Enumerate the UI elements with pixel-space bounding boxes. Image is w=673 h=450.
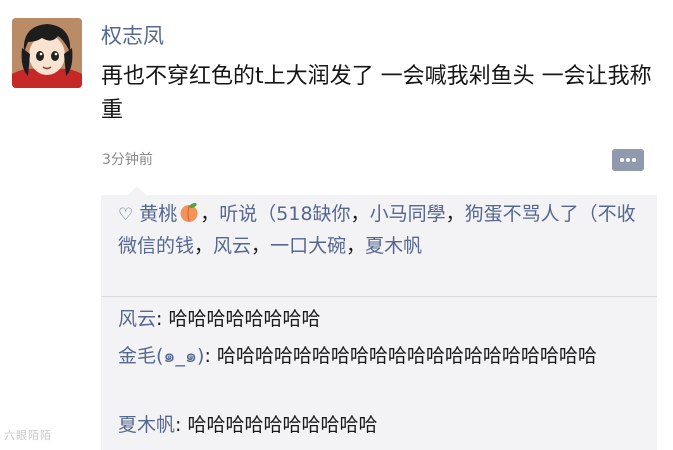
like-name[interactable]: 小马同學: [370, 203, 446, 225]
comment-row[interactable]: 金毛(๑_๑): 哈哈哈哈哈哈哈哈哈哈哈哈哈哈哈哈哈哈哈哈: [118, 341, 648, 372]
panel-pointer: [128, 186, 146, 195]
like-name[interactable]: 夏木帆: [365, 235, 422, 257]
cartoon-girl-avatar-icon: [12, 18, 82, 88]
like-name[interactable]: 一口大碗: [270, 235, 346, 257]
comment-author[interactable]: 夏木帆: [118, 414, 175, 436]
watermark: 六眼陌陌: [4, 429, 52, 442]
dot-icon: [632, 158, 636, 162]
post-text: 再也不穿红色的t上大润发了 一会喊我剁鱼头 一会让我称重: [101, 64, 652, 123]
comment-more-button[interactable]: [612, 149, 644, 171]
comment-text: 哈哈哈哈哈哈哈哈哈哈哈哈哈哈哈哈哈哈哈哈: [216, 345, 597, 367]
like-name[interactable]: 风云: [213, 235, 251, 257]
dot-icon: [620, 158, 624, 162]
comment-row[interactable]: 夏木帆: 哈哈哈哈哈哈哈哈哈哈: [118, 410, 648, 441]
comment-text: 哈哈哈哈哈哈哈哈: [168, 308, 321, 330]
avatar[interactable]: [12, 18, 82, 88]
heart-outline-icon: ♡: [118, 205, 134, 225]
comment-row[interactable]: 风云: 哈哈哈哈哈哈哈哈: [118, 304, 648, 335]
like-name[interactable]: 黄桃: [139, 203, 177, 225]
post-author[interactable]: 权志凤: [101, 20, 164, 50]
comment-author[interactable]: 风云: [118, 308, 156, 330]
comment-text: 哈哈哈哈哈哈哈哈哈哈: [187, 414, 378, 436]
likes-list: ♡ 黄桃 ，听说（518缺你，小马同學，狗蛋不骂人了（不收微信的钱，风云，一口大碗，…: [118, 203, 636, 257]
peach-emoji-icon: [180, 203, 198, 222]
divider: [101, 296, 657, 297]
post-timestamp: 3分钟前: [102, 152, 153, 168]
comment-author[interactable]: 金毛(๑_๑): [118, 345, 204, 367]
dot-icon: [626, 158, 630, 162]
like-name[interactable]: 听说（518缺你: [219, 203, 350, 225]
